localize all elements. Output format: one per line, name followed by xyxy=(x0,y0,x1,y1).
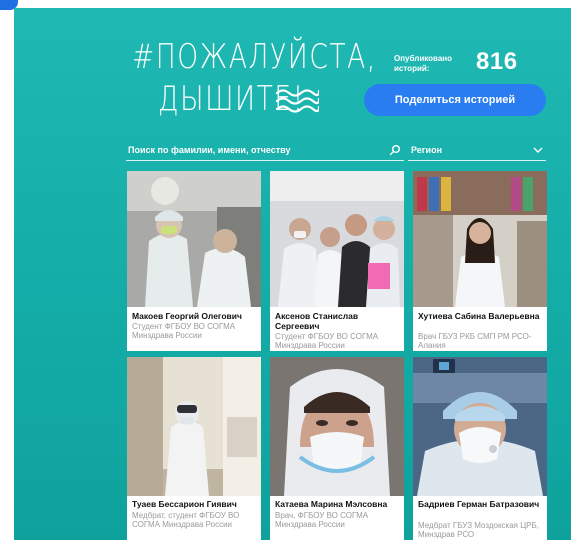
story-card[interactable]: Хутиева Сабина Валерьевна Врач ГБУЗ РКБ … xyxy=(413,171,547,351)
story-card[interactable]: Аксенов Станислав Сергеевич Студент ФГБО… xyxy=(270,171,404,351)
story-card[interactable]: Бадриев Герман Батразович Медбрат ГБУЗ М… xyxy=(413,357,547,540)
story-description: Медбрат ГБУЗ Моздокская ЦРБ, Минздрав РС… xyxy=(418,522,539,539)
logo-line-1: #ПОЖАЛУЙСТА, xyxy=(132,37,377,77)
story-name: Катаева Марина Мэлсовна xyxy=(275,499,388,509)
stories-grid: Макоев Георгий Олегович Студент ФГБОУ ВО… xyxy=(127,171,547,540)
story-card[interactable]: Макоев Георгий Олегович Студент ФГБОУ ВО… xyxy=(127,171,261,351)
story-name: Хутиева Сабина Валерьевна xyxy=(418,311,540,321)
story-photo xyxy=(127,171,261,307)
story-photo xyxy=(413,357,547,496)
story-photo xyxy=(127,357,261,496)
main-stage: #ПОЖАЛУЙСТА, ДЫШИТЕ! Опубликовано истори… xyxy=(14,8,571,540)
story-description: Студент ФГБОУ ВО СОГМА Минздрава России xyxy=(132,323,236,340)
story-name: Бадриев Герман Батразович xyxy=(418,499,540,509)
search-bar xyxy=(126,140,404,161)
story-photo xyxy=(270,357,404,496)
search-icon[interactable] xyxy=(389,144,401,156)
search-input[interactable] xyxy=(126,142,385,158)
story-description: Врач, ФГБОУ ВО СОГМА Минздрава России xyxy=(275,512,369,529)
site-logo[interactable]: #ПОЖАЛУЙСТА, ДЫШИТЕ! xyxy=(132,30,375,126)
share-story-button[interactable]: Поделиться историей xyxy=(364,84,546,116)
story-card[interactable]: Туаев Бессарион Гиявич Медбрат, студент … xyxy=(127,357,261,540)
waves-icon xyxy=(275,89,319,113)
story-description: Врач ГБУЗ РКБ СМП РМ РСО-Алания xyxy=(418,333,532,349)
story-photo xyxy=(270,171,404,307)
region-select-label: Регион xyxy=(411,145,442,155)
region-select[interactable]: Регион xyxy=(408,140,546,161)
stories-count-label: Опубликовано историй: xyxy=(394,54,453,73)
story-name: Аксенов Станислав Сергеевич xyxy=(275,311,359,331)
story-name: Макоев Георгий Олегович xyxy=(132,311,242,321)
story-photo xyxy=(413,171,547,307)
story-description: Студент ФГБОУ ВО СОГМА Минздрава России xyxy=(275,333,379,349)
story-name: Туаев Бессарион Гиявич xyxy=(132,499,237,509)
story-card[interactable]: Катаева Марина Мэлсовна Врач, ФГБОУ ВО С… xyxy=(270,357,404,540)
stories-count: 816 xyxy=(476,48,518,75)
story-description: Медбрат, студент ФГБОУ ВО СОГМА Минздрав… xyxy=(132,512,240,529)
chevron-down-icon xyxy=(533,147,543,153)
